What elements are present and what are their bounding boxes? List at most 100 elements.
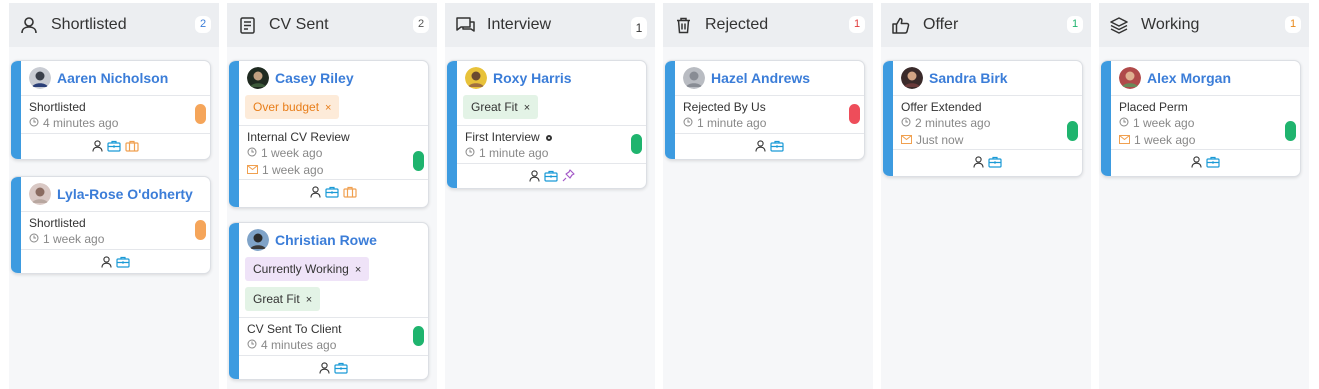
status-time: 2 minutes ago — [915, 116, 991, 130]
column-rejected: Rejected 1 Hazel Andrews Rejected By Us … — [663, 3, 873, 389]
tag-chip[interactable]: Over budget × — [245, 95, 340, 119]
card-actions — [239, 355, 428, 379]
briefcase-icon[interactable] — [107, 139, 121, 157]
envelope-icon — [247, 162, 262, 179]
user-icon[interactable] — [528, 169, 540, 187]
tag-remove-button[interactable]: × — [355, 264, 361, 276]
column-shortlisted: Shortlisted 2 Aaren Nicholson Shortliste… — [9, 3, 219, 389]
portfolio-icon[interactable] — [343, 185, 357, 203]
candidate-name-link[interactable]: Casey Riley — [275, 70, 354, 86]
status-indicator[interactable] — [413, 151, 424, 171]
user-icon[interactable] — [755, 139, 766, 157]
column-count-badge: 1 — [1067, 16, 1083, 33]
envelope-icon — [1119, 132, 1134, 149]
status-indicator[interactable] — [195, 104, 206, 124]
candidate-name-link[interactable]: Alex Morgan — [1147, 70, 1231, 86]
column-count-badge: 2 — [195, 16, 211, 33]
user-icon[interactable] — [101, 255, 112, 273]
avatar — [683, 67, 705, 89]
clock-icon — [29, 231, 43, 248]
tag-label: Great Fit — [253, 292, 300, 306]
status-indicator[interactable] — [631, 134, 642, 154]
candidate-card[interactable]: Casey Riley Over budget × Internal CV Rev… — [229, 60, 429, 208]
clock-icon — [1119, 115, 1133, 132]
tag-chip[interactable]: Great Fit × — [245, 287, 321, 311]
status-time: 1 minute ago — [697, 116, 767, 130]
card-actions — [21, 249, 210, 273]
column-title: Working — [1141, 16, 1200, 33]
pin-icon[interactable] — [562, 168, 575, 187]
candidate-name-link[interactable]: Hazel Andrews — [711, 70, 810, 86]
trash-icon — [673, 15, 693, 35]
status-time: 1 week ago — [261, 146, 323, 160]
avatar — [29, 67, 51, 89]
column-interview: Interview 1 Roxy Harris Great Fit × First… — [445, 3, 655, 389]
avatar — [29, 183, 51, 205]
candidate-card[interactable]: Roxy Harris Great Fit × First Interview 1… — [447, 60, 647, 189]
column-header: Offer 1 — [881, 3, 1091, 47]
tag-label: Over budget — [253, 100, 320, 114]
column-header: Working 1 — [1099, 3, 1309, 47]
column-count-badge: 1 — [631, 17, 647, 39]
layers-icon — [1109, 15, 1129, 35]
candidate-name-link[interactable]: Aaren Nicholson — [57, 70, 168, 86]
status-section: Rejected By Us 1 minute ago — [675, 95, 864, 133]
status-indicator[interactable] — [195, 220, 206, 240]
candidate-card[interactable]: Hazel Andrews Rejected By Us 1 minute ag… — [665, 60, 865, 160]
candidate-card[interactable]: Christian Rowe Currently Working × Great … — [229, 222, 429, 380]
tag-list: Currently Working × Great Fit × — [239, 257, 428, 317]
tag-remove-button[interactable]: × — [524, 102, 530, 114]
thumbs-up-icon — [891, 15, 911, 35]
candidate-name-link[interactable]: Lyla-Rose O'doherty — [57, 186, 193, 202]
user-icon[interactable] — [92, 139, 103, 157]
candidate-name-link[interactable]: Christian Rowe — [275, 232, 377, 248]
status-label: Rejected By Us — [683, 100, 766, 114]
status-label: Internal CV Review — [247, 130, 350, 144]
candidate-card[interactable]: Lyla-Rose O'doherty Shortlisted 1 week a… — [11, 176, 211, 274]
column-header: CV Sent 2 — [227, 3, 437, 47]
user-icon[interactable] — [1191, 155, 1202, 173]
status-label: Shortlisted — [29, 100, 86, 114]
column-header: Interview 1 — [445, 3, 655, 47]
chat-icon — [455, 15, 475, 35]
status-label: CV Sent To Client — [247, 322, 342, 336]
tag-remove-button[interactable]: × — [306, 294, 312, 306]
column-title: CV Sent — [269, 16, 329, 33]
briefcase-icon[interactable] — [325, 185, 339, 203]
candidate-card[interactable]: Aaren Nicholson Shortlisted 4 minutes ag… — [11, 60, 211, 160]
user-icon[interactable] — [319, 361, 330, 379]
user-icon[interactable] — [310, 185, 321, 203]
status-indicator[interactable] — [413, 326, 424, 346]
tag-chip[interactable]: Currently Working × — [245, 257, 370, 281]
clock-icon — [465, 145, 479, 162]
tag-chip[interactable]: Great Fit × — [463, 95, 539, 119]
briefcase-icon[interactable] — [988, 155, 1002, 173]
envelope-icon — [901, 132, 916, 149]
card-actions — [457, 163, 646, 188]
briefcase-icon[interactable] — [770, 139, 784, 157]
tag-remove-button[interactable]: × — [325, 102, 331, 114]
briefcase-icon[interactable] — [334, 361, 348, 379]
clock-icon — [247, 337, 261, 354]
tag-list: Great Fit × — [457, 95, 646, 125]
briefcase-icon[interactable] — [1206, 155, 1220, 173]
status-time: 1 minute ago — [479, 146, 549, 160]
briefcase-icon[interactable] — [116, 255, 130, 273]
avatar — [247, 67, 269, 89]
status-section: First Interview 1 minute ago — [457, 125, 646, 163]
column-title: Shortlisted — [51, 16, 127, 33]
email-time: 1 week ago — [1134, 133, 1196, 147]
column-working: Working 1 Alex Morgan Placed Perm 1 week… — [1099, 3, 1309, 389]
status-indicator[interactable] — [849, 104, 860, 124]
status-indicator[interactable] — [1285, 121, 1296, 141]
candidate-name-link[interactable]: Sandra Birk — [929, 70, 1008, 86]
column-title: Offer — [923, 16, 959, 33]
status-indicator[interactable] — [1067, 121, 1078, 141]
candidate-name-link[interactable]: Roxy Harris — [493, 70, 572, 86]
candidate-card[interactable]: Sandra Birk Offer Extended 2 minutes ago… — [883, 60, 1083, 177]
tag-label: Currently Working — [253, 262, 349, 276]
briefcase-icon[interactable] — [543, 169, 558, 187]
portfolio-icon[interactable] — [125, 139, 139, 157]
user-icon[interactable] — [973, 155, 984, 173]
candidate-card[interactable]: Alex Morgan Placed Perm 1 week ago 1 wee… — [1101, 60, 1301, 177]
